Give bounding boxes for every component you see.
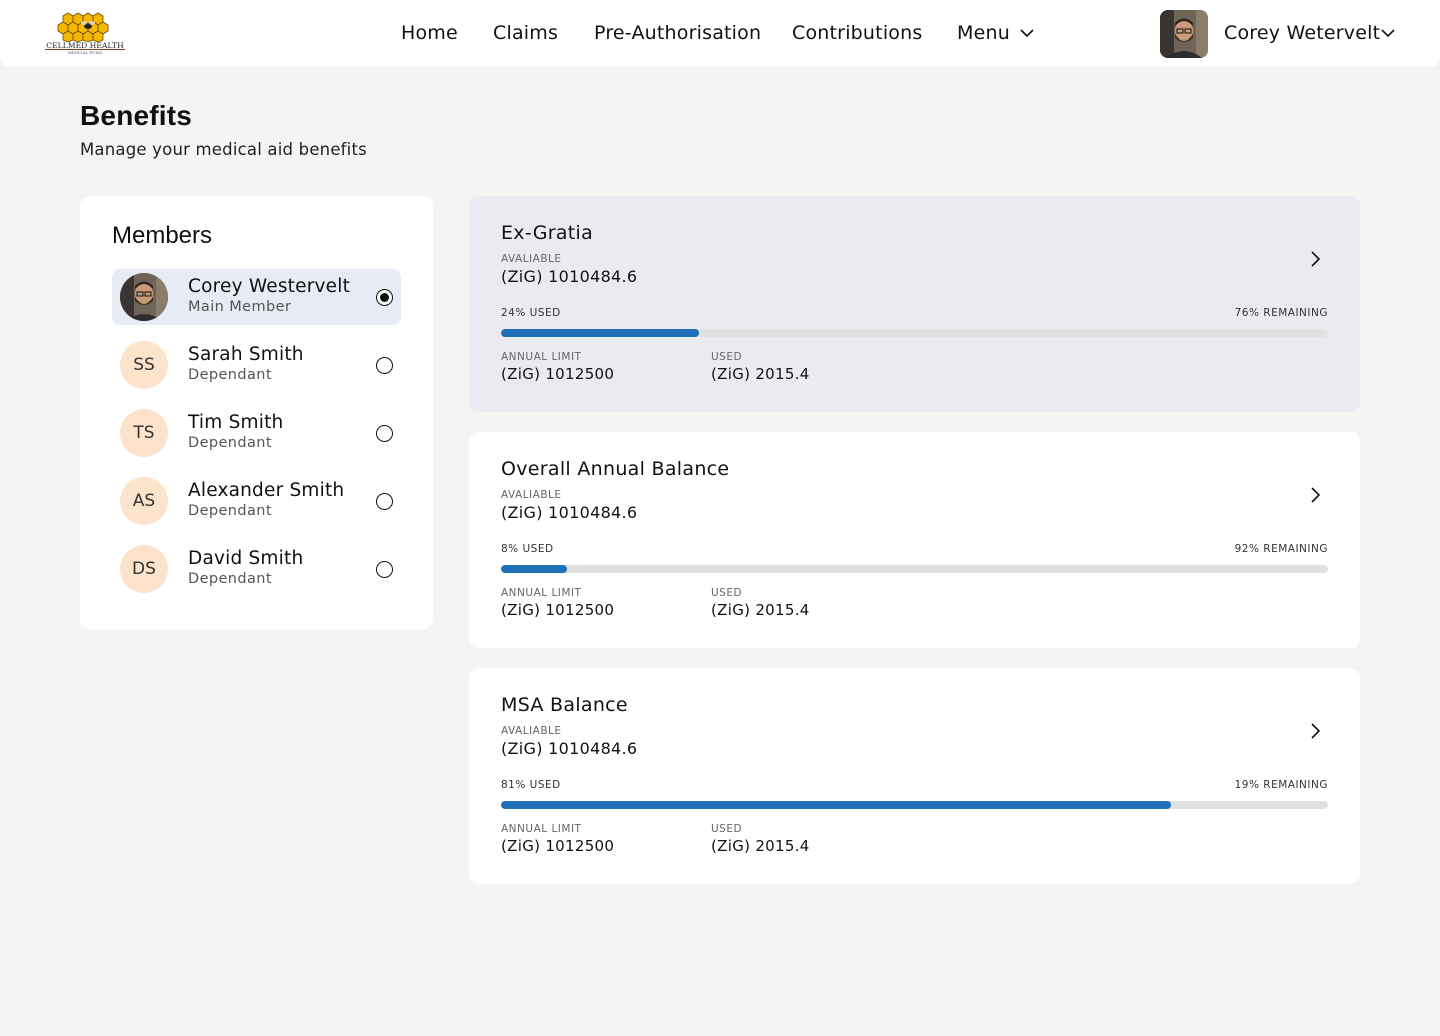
used-label: USED <box>711 587 743 599</box>
member-role: Dependant <box>188 503 272 519</box>
annual-limit-value: (ZiG) 1012500 <box>501 365 615 383</box>
usage-progress-bar <box>501 565 1328 573</box>
usage-progress-fill <box>501 565 568 573</box>
benefit-card-overall-annual-balance[interactable]: Overall Annual Balance AVALIABLE (ZiG) 1… <box>469 432 1360 648</box>
member-item-alexander-smith[interactable]: AS Alexander Smith Dependant <box>112 473 401 529</box>
avatar <box>120 273 168 321</box>
member-radio[interactable] <box>376 425 393 442</box>
nav-home[interactable]: Home <box>401 22 458 44</box>
cellmed-logo[interactable]: CELLMED HEALTH MEDICAL FUND <box>43 10 127 56</box>
chevron-down-icon[interactable] <box>1019 27 1035 39</box>
chevron-right-icon[interactable] <box>1308 250 1322 268</box>
remaining-percent-label: 19% REMAINING <box>1234 779 1328 791</box>
member-radio[interactable] <box>376 357 393 374</box>
benefit-card-ex-gratia[interactable]: Ex-Gratia AVALIABLE (ZiG) 1010484.6 24% … <box>469 196 1360 412</box>
user-name[interactable]: Corey Wetervelt <box>1224 22 1380 44</box>
chevron-right-icon[interactable] <box>1308 722 1322 740</box>
benefit-title: Overall Annual Balance <box>501 458 730 480</box>
member-name: Alexander Smith <box>188 480 345 501</box>
chevron-right-icon[interactable] <box>1308 486 1322 504</box>
nav-contributions[interactable]: Contributions <box>792 22 922 44</box>
member-item-david-smith[interactable]: DS David Smith Dependant <box>112 541 401 597</box>
benefit-title: MSA Balance <box>501 694 628 716</box>
available-value: (ZiG) 1010484.6 <box>501 739 638 758</box>
top-navbar: CELLMED HEALTH MEDICAL FUND Home Claims … <box>0 0 1440 67</box>
chevron-down-icon[interactable] <box>1380 27 1396 39</box>
member-item-corey-westervelt[interactable]: Corey Westervelt Main Member <box>112 269 401 325</box>
member-role: Dependant <box>188 367 272 383</box>
used-percent-label: 24% USED <box>501 307 561 319</box>
used-percent-label: 8% USED <box>501 543 554 555</box>
member-photo-icon <box>120 273 168 321</box>
page-title: Benefits <box>80 100 193 131</box>
logo-tagline: MEDICAL FUND <box>67 50 103 55</box>
members-panel: Members Corey Westervelt Main Member SS … <box>80 196 433 629</box>
member-radio[interactable] <box>376 561 393 578</box>
member-radio[interactable] <box>376 493 393 510</box>
used-label: USED <box>711 351 743 363</box>
usage-progress-bar <box>501 801 1328 809</box>
nav-claims[interactable]: Claims <box>493 22 558 44</box>
member-name: Tim Smith <box>188 412 284 433</box>
member-role: Dependant <box>188 571 272 587</box>
available-value: (ZiG) 1010484.6 <box>501 267 638 286</box>
used-percent-label: 81% USED <box>501 779 561 791</box>
member-role: Main Member <box>188 299 292 315</box>
usage-progress-fill <box>501 329 700 337</box>
available-value: (ZiG) 1010484.6 <box>501 503 638 522</box>
annual-limit-label: ANNUAL LIMIT <box>501 823 582 835</box>
avatar: TS <box>120 409 168 457</box>
user-photo-icon <box>1160 10 1208 58</box>
member-item-tim-smith[interactable]: TS Tim Smith Dependant <box>112 405 401 461</box>
annual-limit-value: (ZiG) 1012500 <box>501 601 615 619</box>
nav-menu[interactable]: Menu <box>957 22 1010 44</box>
user-avatar[interactable] <box>1160 10 1208 58</box>
member-radio[interactable] <box>376 289 393 306</box>
avatar: DS <box>120 545 168 593</box>
used-value: (ZiG) 2015.4 <box>711 837 810 855</box>
available-label: AVALIABLE <box>501 489 562 501</box>
available-label: AVALIABLE <box>501 253 562 265</box>
member-name: David Smith <box>188 548 304 569</box>
usage-progress-fill <box>501 801 1171 809</box>
usage-progress-bar <box>501 329 1328 337</box>
avatar: SS <box>120 341 168 389</box>
avatar: AS <box>120 477 168 525</box>
available-label: AVALIABLE <box>501 725 562 737</box>
annual-limit-label: ANNUAL LIMIT <box>501 587 582 599</box>
used-value: (ZiG) 2015.4 <box>711 601 810 619</box>
member-item-sarah-smith[interactable]: SS Sarah Smith Dependant <box>112 337 401 393</box>
remaining-percent-label: 92% REMAINING <box>1234 543 1328 555</box>
nav-pre-authorisation[interactable]: Pre-Authorisation <box>594 22 761 44</box>
used-value: (ZiG) 2015.4 <box>711 365 810 383</box>
page-subtitle: Manage your medical aid benefits <box>80 140 367 159</box>
benefit-title: Ex-Gratia <box>501 222 594 244</box>
honeycomb-logo-icon <box>57 12 109 42</box>
member-name: Corey Westervelt <box>188 276 351 297</box>
benefit-card-msa-balance[interactable]: MSA Balance AVALIABLE (ZiG) 1010484.6 81… <box>469 668 1360 884</box>
member-name: Sarah Smith <box>188 344 304 365</box>
annual-limit-label: ANNUAL LIMIT <box>501 351 582 363</box>
remaining-percent-label: 76% REMAINING <box>1234 307 1328 319</box>
members-title: Members <box>112 222 213 249</box>
member-role: Dependant <box>188 435 272 451</box>
used-label: USED <box>711 823 743 835</box>
annual-limit-value: (ZiG) 1012500 <box>501 837 615 855</box>
